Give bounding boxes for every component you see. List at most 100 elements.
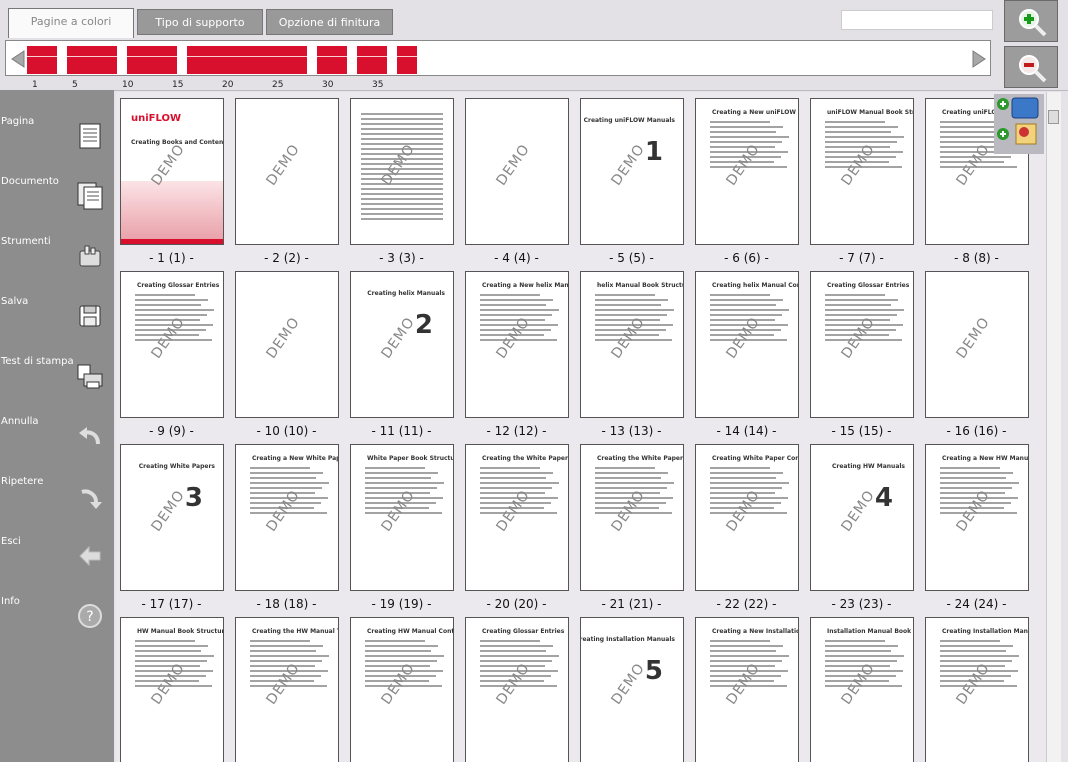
page-thumbnail[interactable]: Creating a New White Paper Book DEMO bbox=[235, 444, 339, 591]
page-strip-cell[interactable] bbox=[37, 46, 47, 74]
page-thumbnail[interactable]: DEMO bbox=[235, 98, 339, 245]
page-thumbnail[interactable]: Creating the White Paper Frontmatter DEMO bbox=[580, 444, 684, 591]
page-strip-cell[interactable] bbox=[307, 46, 317, 74]
page-thumbnail[interactable]: Creating a New Installation Manual Book D… bbox=[695, 617, 799, 762]
page-strip-cell[interactable] bbox=[387, 46, 397, 74]
page-thumbnail[interactable]: Creating Installation Manuals 5 DEMO bbox=[580, 617, 684, 762]
page-strip-cell[interactable] bbox=[347, 46, 357, 74]
page-thumbnail[interactable]: Creating Glossar Entries DEMO bbox=[120, 271, 224, 418]
page-strip-cell[interactable] bbox=[297, 46, 307, 74]
page-strip-cell[interactable] bbox=[197, 46, 207, 74]
page-thumbnail[interactable]: Creating the White Paper Title Page DEMO bbox=[465, 444, 569, 591]
zoom-out-button[interactable] bbox=[1004, 46, 1058, 88]
sidebar-item-save[interactable]: Salva bbox=[0, 296, 114, 336]
text-line bbox=[710, 319, 775, 321]
tab-media-type[interactable]: Tipo di supporto bbox=[137, 9, 263, 35]
page-thumbnail[interactable]: Creating helix Manuals 2 DEMO bbox=[350, 271, 454, 418]
page-strip-cell[interactable] bbox=[247, 46, 257, 74]
page-strip-cell[interactable] bbox=[147, 46, 157, 74]
page-thumbnail[interactable]: Creating HW Manual Contents DEMO bbox=[350, 617, 454, 762]
page-thumbnail[interactable]: Creating a New helix Manual Book DEMO bbox=[465, 271, 569, 418]
strip-tick-label: 5 bbox=[72, 80, 78, 90]
page-strip-cell[interactable] bbox=[257, 46, 267, 74]
page-thumbnail[interactable]: Creating White Paper Contents DEMO bbox=[695, 444, 799, 591]
page-strip-cell[interactable] bbox=[277, 46, 287, 74]
page-strip-cell[interactable] bbox=[47, 46, 57, 74]
chapter-title: Creating Installation Manuals bbox=[580, 636, 675, 643]
page-strip-cell[interactable] bbox=[157, 46, 167, 74]
search-field[interactable] bbox=[841, 10, 993, 30]
page-strip-cell[interactable] bbox=[407, 46, 417, 74]
page-strip-cell[interactable] bbox=[337, 46, 347, 74]
strip-right-arrow-icon[interactable] bbox=[969, 48, 989, 70]
sidebar-item-redo[interactable]: Ripetere bbox=[0, 476, 114, 516]
page-thumbnail[interactable]: White Paper Book Structure DEMO bbox=[350, 444, 454, 591]
page-strip-cell[interactable] bbox=[227, 46, 237, 74]
page-thumbnail[interactable]: DEMO bbox=[235, 271, 339, 418]
page-thumbnail[interactable]: helix Manual Book Structure DEMO bbox=[580, 271, 684, 418]
page-strip-cell[interactable] bbox=[127, 46, 137, 74]
demo-watermark: DEMO bbox=[493, 660, 534, 708]
page-thumbnail[interactable]: Creating Glossar Entries DEMO bbox=[810, 271, 914, 418]
page-thumbnail[interactable]: DEMO bbox=[465, 98, 569, 245]
page-thumbnail[interactable]: Creating HW Manuals 4 DEMO bbox=[810, 444, 914, 591]
page-strip-cell[interactable] bbox=[57, 46, 67, 74]
sidebar-item-tools[interactable]: Strumenti bbox=[0, 236, 114, 276]
cell-divider bbox=[227, 56, 237, 57]
page-thumbnail[interactable]: Creating the HW Manual Title Page DEMO bbox=[235, 617, 339, 762]
page-strip-cell[interactable] bbox=[367, 46, 377, 74]
page-thumbnail[interactable]: Creating uniFLOW Manuals 1 DEMO bbox=[580, 98, 684, 245]
page-strip-cell[interactable] bbox=[287, 46, 297, 74]
page-strip-cell[interactable] bbox=[87, 46, 97, 74]
page-strip-cell[interactable] bbox=[237, 46, 247, 74]
page-thumbnail[interactable]: Creating White Papers 3 DEMO bbox=[120, 444, 224, 591]
page-strip-cell[interactable] bbox=[267, 46, 277, 74]
sidebar-item-exit[interactable]: Esci bbox=[0, 536, 114, 576]
page-strip-cell[interactable] bbox=[177, 46, 187, 74]
page-strip-cell[interactable] bbox=[167, 46, 177, 74]
page-strip-cell[interactable] bbox=[207, 46, 217, 74]
page-thumbnail[interactable]: Creating a New uniFLOW Manual Book DEMO bbox=[695, 98, 799, 245]
page-heading: Creating the HW Manual Title Page bbox=[252, 628, 338, 635]
page-strip-cell[interactable] bbox=[107, 46, 117, 74]
page-strip-cell[interactable] bbox=[187, 46, 197, 74]
tab-color-pages[interactable]: Pagine a colori bbox=[8, 8, 134, 38]
scrollbar-thumb[interactable] bbox=[1048, 110, 1059, 124]
page-thumbnail[interactable]: Creating Installation Manual Contents DEM… bbox=[925, 617, 1029, 762]
sidebar-item-document[interactable]: Documento bbox=[0, 176, 114, 216]
toc-line bbox=[361, 183, 443, 185]
page-thumbnail[interactable]: Installation Manual Book Structure DEMO bbox=[810, 617, 914, 762]
page-thumbnail[interactable]: uniFLOW Manual Book Structure DEMO bbox=[810, 98, 914, 245]
strip-left-arrow-icon[interactable] bbox=[8, 48, 28, 70]
page-strip-cell[interactable] bbox=[27, 46, 37, 74]
page-thumbnail[interactable]: HW Manual Book Structure DEMO bbox=[120, 617, 224, 762]
zoom-in-button[interactable] bbox=[1004, 0, 1058, 42]
text-line bbox=[595, 319, 660, 321]
page-thumbnail[interactable]: Creating Glossar Entries DEMO bbox=[465, 617, 569, 762]
page-strip-cell[interactable] bbox=[67, 46, 77, 74]
page-thumbnail[interactable]: DEMO bbox=[350, 98, 454, 245]
page-thumbnail[interactable]: Creating helix Manual Contents DEMO bbox=[695, 271, 799, 418]
page-strip-cell[interactable] bbox=[377, 46, 387, 74]
page-thumbnail[interactable]: DEMO bbox=[925, 271, 1029, 418]
page-strip-cell[interactable] bbox=[417, 46, 427, 74]
sidebar-item-undo[interactable]: Annulla bbox=[0, 416, 114, 456]
page-strip-cell[interactable] bbox=[77, 46, 87, 74]
page-strip-cell[interactable] bbox=[117, 46, 127, 74]
page-strip-cell[interactable] bbox=[317, 46, 327, 74]
sidebar-item-test-print[interactable]: Test di stampa bbox=[0, 356, 114, 396]
page-thumbnail[interactable]: uniFLOW Creating Books and Content DEMO bbox=[120, 98, 224, 245]
zoom-book-icon[interactable] bbox=[994, 94, 1044, 154]
vertical-scrollbar[interactable] bbox=[1046, 92, 1061, 762]
sidebar-item-page[interactable]: Pagina bbox=[0, 116, 114, 156]
page-strip-cell[interactable] bbox=[397, 46, 407, 74]
page-strip-cell[interactable] bbox=[357, 46, 367, 74]
tab-finishing-option[interactable]: Opzione di finitura bbox=[266, 9, 393, 35]
page-strip-cell[interactable] bbox=[137, 46, 147, 74]
page-strip-cell[interactable] bbox=[217, 46, 227, 74]
page-thumbnail[interactable]: Creating a New HW Manual Book DEMO bbox=[925, 444, 1029, 591]
page-strip-cell[interactable] bbox=[327, 46, 337, 74]
sidebar-item-info[interactable]: Info ? bbox=[0, 596, 114, 636]
demo-watermark: DEMO bbox=[493, 141, 534, 189]
page-strip-cell[interactable] bbox=[97, 46, 107, 74]
